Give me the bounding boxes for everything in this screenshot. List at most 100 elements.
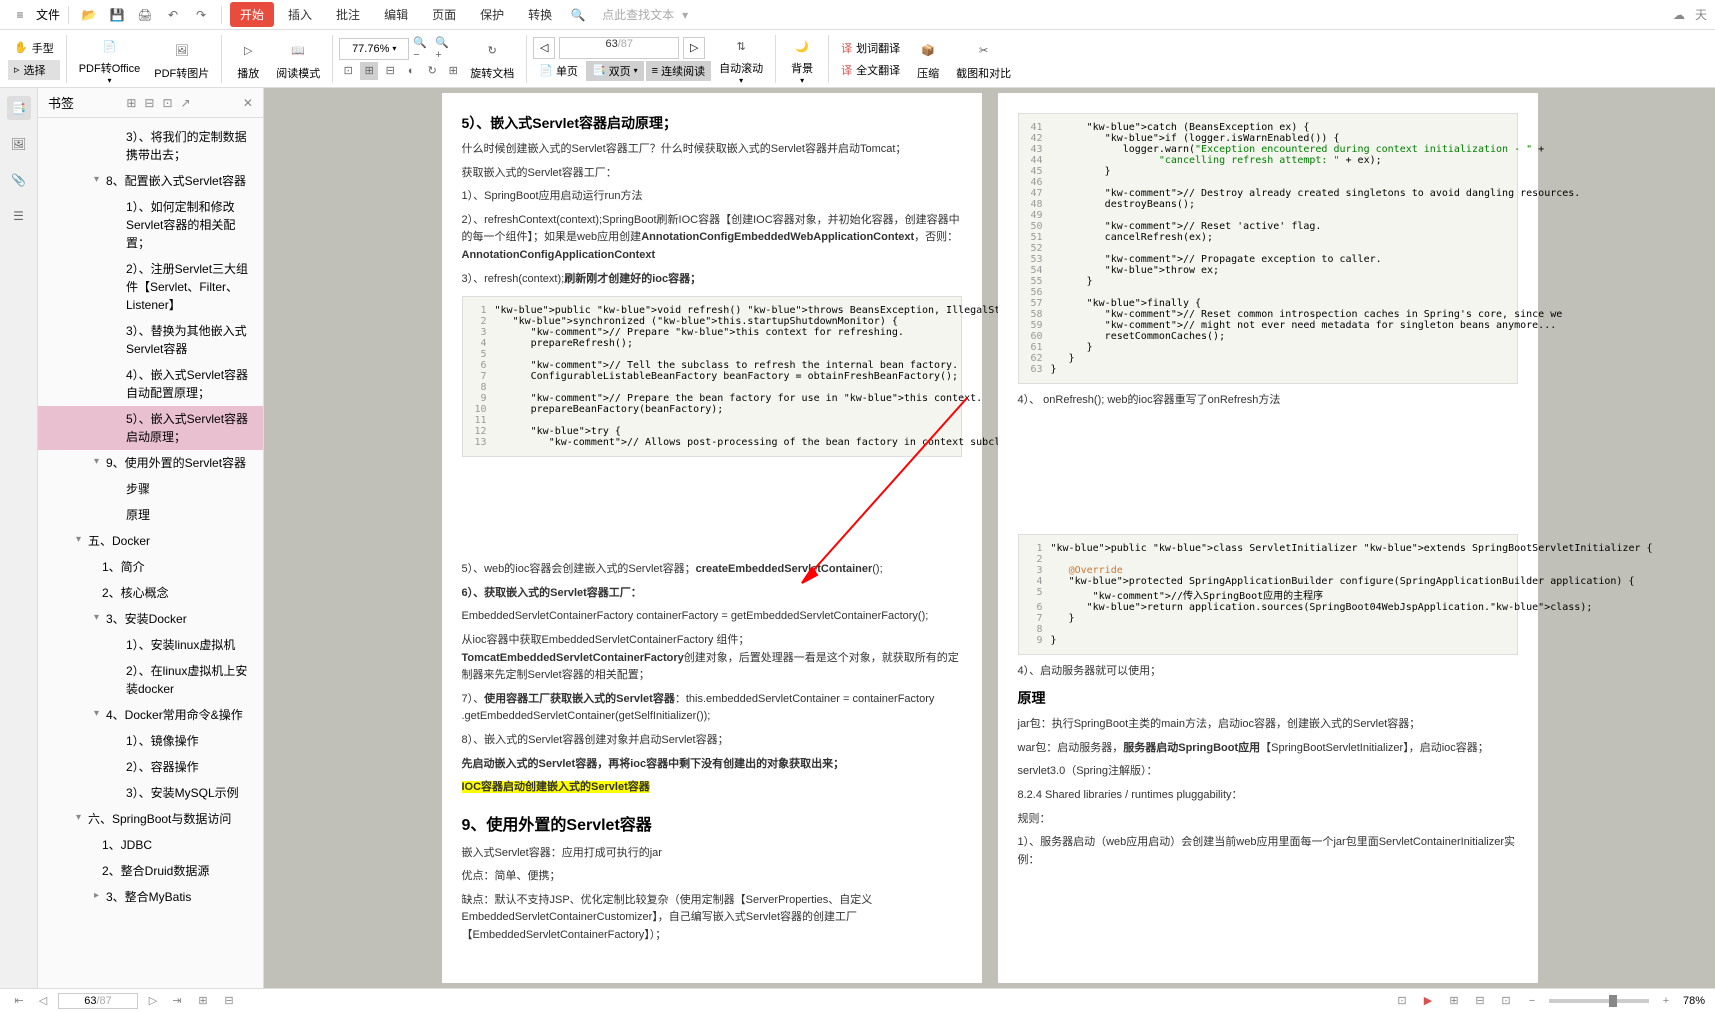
- attachments-rail-icon[interactable]: 📎: [7, 168, 31, 192]
- menu-icon[interactable]: ≡: [8, 3, 32, 27]
- status-icon3[interactable]: ⊞: [1445, 992, 1463, 1010]
- bookmark-item[interactable]: 六、SpringBoot与数据访问: [38, 806, 263, 832]
- tab-comment[interactable]: 批注: [326, 2, 370, 27]
- page-number-input[interactable]: 63/87: [559, 37, 679, 59]
- bookmark-item[interactable]: 4、Docker常用命令&操作: [38, 702, 263, 728]
- layers-rail-icon[interactable]: ☰: [7, 204, 31, 228]
- bookmark-item[interactable]: 8、配置嵌入式Servlet容器: [38, 168, 263, 194]
- search-icon[interactable]: 🔍: [566, 3, 590, 27]
- continuous[interactable]: ≡连续阅读: [646, 61, 711, 81]
- zoom-in-status[interactable]: +: [1657, 992, 1675, 1010]
- tab-insert[interactable]: 插入: [278, 2, 322, 27]
- thumbnails-rail-icon[interactable]: 🖼: [7, 132, 31, 156]
- paragraph: 嵌入式Servlet容器：应用打成可执行的jar: [462, 845, 962, 863]
- fit5-icon[interactable]: ↻: [423, 62, 441, 80]
- bookmark-item[interactable]: 2）、容器操作: [38, 754, 263, 780]
- bookmark-item[interactable]: 2、整合Druid数据源: [38, 858, 263, 884]
- double-page[interactable]: 📑双页▾: [586, 61, 644, 81]
- cloud-icon[interactable]: ☁: [1673, 8, 1685, 22]
- fit2-icon[interactable]: ⊞: [360, 62, 378, 80]
- background[interactable]: 🌙背景▾: [782, 30, 822, 87]
- search-placeholder[interactable]: 点此查找文本: [602, 6, 674, 23]
- status-page-input[interactable]: 63/87: [58, 993, 138, 1009]
- select-tool[interactable]: ▹选择: [8, 60, 60, 80]
- tab-protect[interactable]: 保护: [470, 2, 514, 27]
- bookmark-item[interactable]: 步骤: [38, 476, 263, 502]
- document-area[interactable]: 5）、嵌入式Servlet容器启动原理； 什么时候创建嵌入式的Servlet容器…: [264, 88, 1715, 988]
- print-icon[interactable]: 🖨: [133, 3, 157, 27]
- play-button[interactable]: ▷播放: [228, 35, 268, 83]
- zoom-out-icon[interactable]: 🔍−: [413, 40, 431, 58]
- close-sidebar-icon[interactable]: ✕: [243, 96, 253, 110]
- pdf-to-office[interactable]: 📄PDF转Office▾: [73, 30, 147, 87]
- zoom-in-icon[interactable]: 🔍+: [435, 40, 453, 58]
- bookmark-item[interactable]: 1）、镜像操作: [38, 728, 263, 754]
- zoom-level[interactable]: 77.76%▾: [339, 38, 409, 60]
- full-translate[interactable]: 译全文翻译: [835, 60, 906, 80]
- bookmarks-tree[interactable]: 3）、将我们的定制数据携带出去；8、配置嵌入式Servlet容器1）、如何定制和…: [38, 118, 263, 988]
- tab-edit[interactable]: 编辑: [374, 2, 418, 27]
- pdf-to-image[interactable]: 🖼PDF转图片: [148, 35, 215, 83]
- bookmark-item[interactable]: 5）、嵌入式Servlet容器启动原理；: [38, 406, 263, 450]
- bookmark-tool3-icon[interactable]: ⊡: [162, 96, 172, 110]
- status-icon5[interactable]: ⊡: [1497, 992, 1515, 1010]
- tab-start[interactable]: 开始: [230, 2, 274, 27]
- bookmark-item[interactable]: 4）、嵌入式Servlet容器自动配置原理；: [38, 362, 263, 406]
- bookmark-item[interactable]: 1、JDBC: [38, 832, 263, 858]
- single-page[interactable]: 📄单页: [533, 61, 584, 81]
- prev-page-icon[interactable]: ◁: [34, 992, 52, 1010]
- sidebar-title: 书签: [48, 93, 74, 112]
- bookmark-tool4-icon[interactable]: ↗: [181, 96, 191, 110]
- last-page-icon[interactable]: ⇥: [168, 992, 186, 1010]
- first-page-icon[interactable]: ⇤: [10, 992, 28, 1010]
- auto-scroll[interactable]: ⇅自动滚动▾: [713, 30, 769, 87]
- next-page-icon[interactable]: ▷: [144, 992, 162, 1010]
- open-icon[interactable]: 📂: [77, 3, 101, 27]
- bookmarks-rail-icon[interactable]: 📑: [7, 96, 31, 120]
- file-menu[interactable]: 文件: [36, 6, 60, 23]
- bookmark-item[interactable]: 3）、安装MySQL示例: [38, 780, 263, 806]
- menubar: ≡ 文件 📂 💾 🖨 ↶ ↷ 开始 插入 批注 编辑 页面 保护 转换 🔍 点此…: [0, 0, 1715, 30]
- bookmark-item[interactable]: 9、使用外置的Servlet容器: [38, 450, 263, 476]
- bookmark-item[interactable]: 3）、将我们的定制数据携带出去；: [38, 124, 263, 168]
- next-page[interactable]: ▷: [683, 37, 705, 59]
- rotate-doc[interactable]: ↻旋转文档: [464, 35, 520, 83]
- redo-icon[interactable]: ↷: [189, 3, 213, 27]
- status-view1-icon[interactable]: ⊞: [194, 992, 212, 1010]
- read-mode[interactable]: 📖阅读模式: [270, 35, 326, 83]
- bookmark-item[interactable]: 1）、安装linux虚拟机: [38, 632, 263, 658]
- status-icon4[interactable]: ⊟: [1471, 992, 1489, 1010]
- status-icon1[interactable]: ⊡: [1393, 992, 1411, 1010]
- bookmark-item[interactable]: 3）、替换为其他嵌入式Servlet容器: [38, 318, 263, 362]
- fit6-icon[interactable]: ⊞: [444, 62, 462, 80]
- compress[interactable]: 📦压缩: [908, 35, 948, 83]
- prev-page[interactable]: ◁: [533, 37, 555, 59]
- bookmark-tool1-icon[interactable]: ⊞: [126, 96, 136, 110]
- bookmark-item[interactable]: 2）、注册Servlet三大组件【Servlet、Filter、Listener…: [38, 256, 263, 318]
- hand-tool[interactable]: ✋手型: [8, 38, 60, 58]
- screenshot[interactable]: ✂截图和对比: [950, 35, 1017, 83]
- bookmark-item[interactable]: 1、简介: [38, 554, 263, 580]
- tab-convert[interactable]: 转换: [518, 2, 562, 27]
- fit3-icon[interactable]: ⊟: [381, 62, 399, 80]
- bookmark-item[interactable]: 原理: [38, 502, 263, 528]
- zoom-slider[interactable]: [1549, 999, 1649, 1003]
- zoom-out-status[interactable]: −: [1523, 992, 1541, 1010]
- save-icon[interactable]: 💾: [105, 3, 129, 27]
- bookmark-item[interactable]: 2、核心概念: [38, 580, 263, 606]
- bookmark-item[interactable]: 2）、在linux虚拟机上安装docker: [38, 658, 263, 702]
- paragraph: 5）、web的ioc容器会创建嵌入式的Servlet容器；createEmbed…: [462, 561, 962, 579]
- fit1-icon[interactable]: ⊡: [339, 62, 357, 80]
- status-icon2[interactable]: ▶: [1419, 992, 1437, 1010]
- bookmark-item[interactable]: 1）、如何定制和修改Servlet容器的相关配置；: [38, 194, 263, 256]
- paragraph: 6）、获取嵌入式的Servlet容器工厂：: [462, 585, 962, 603]
- undo-icon[interactable]: ↶: [161, 3, 185, 27]
- word-translate[interactable]: 译划词翻译: [835, 38, 906, 58]
- status-view2-icon[interactable]: ⊟: [220, 992, 238, 1010]
- tab-page[interactable]: 页面: [422, 2, 466, 27]
- fit4-icon[interactable]: ◐: [402, 62, 420, 80]
- bookmark-item[interactable]: 3、安装Docker: [38, 606, 263, 632]
- bookmark-item[interactable]: 五、Docker: [38, 528, 263, 554]
- bookmark-item[interactable]: 3、整合MyBatis: [38, 884, 263, 910]
- bookmark-tool2-icon[interactable]: ⊟: [144, 96, 154, 110]
